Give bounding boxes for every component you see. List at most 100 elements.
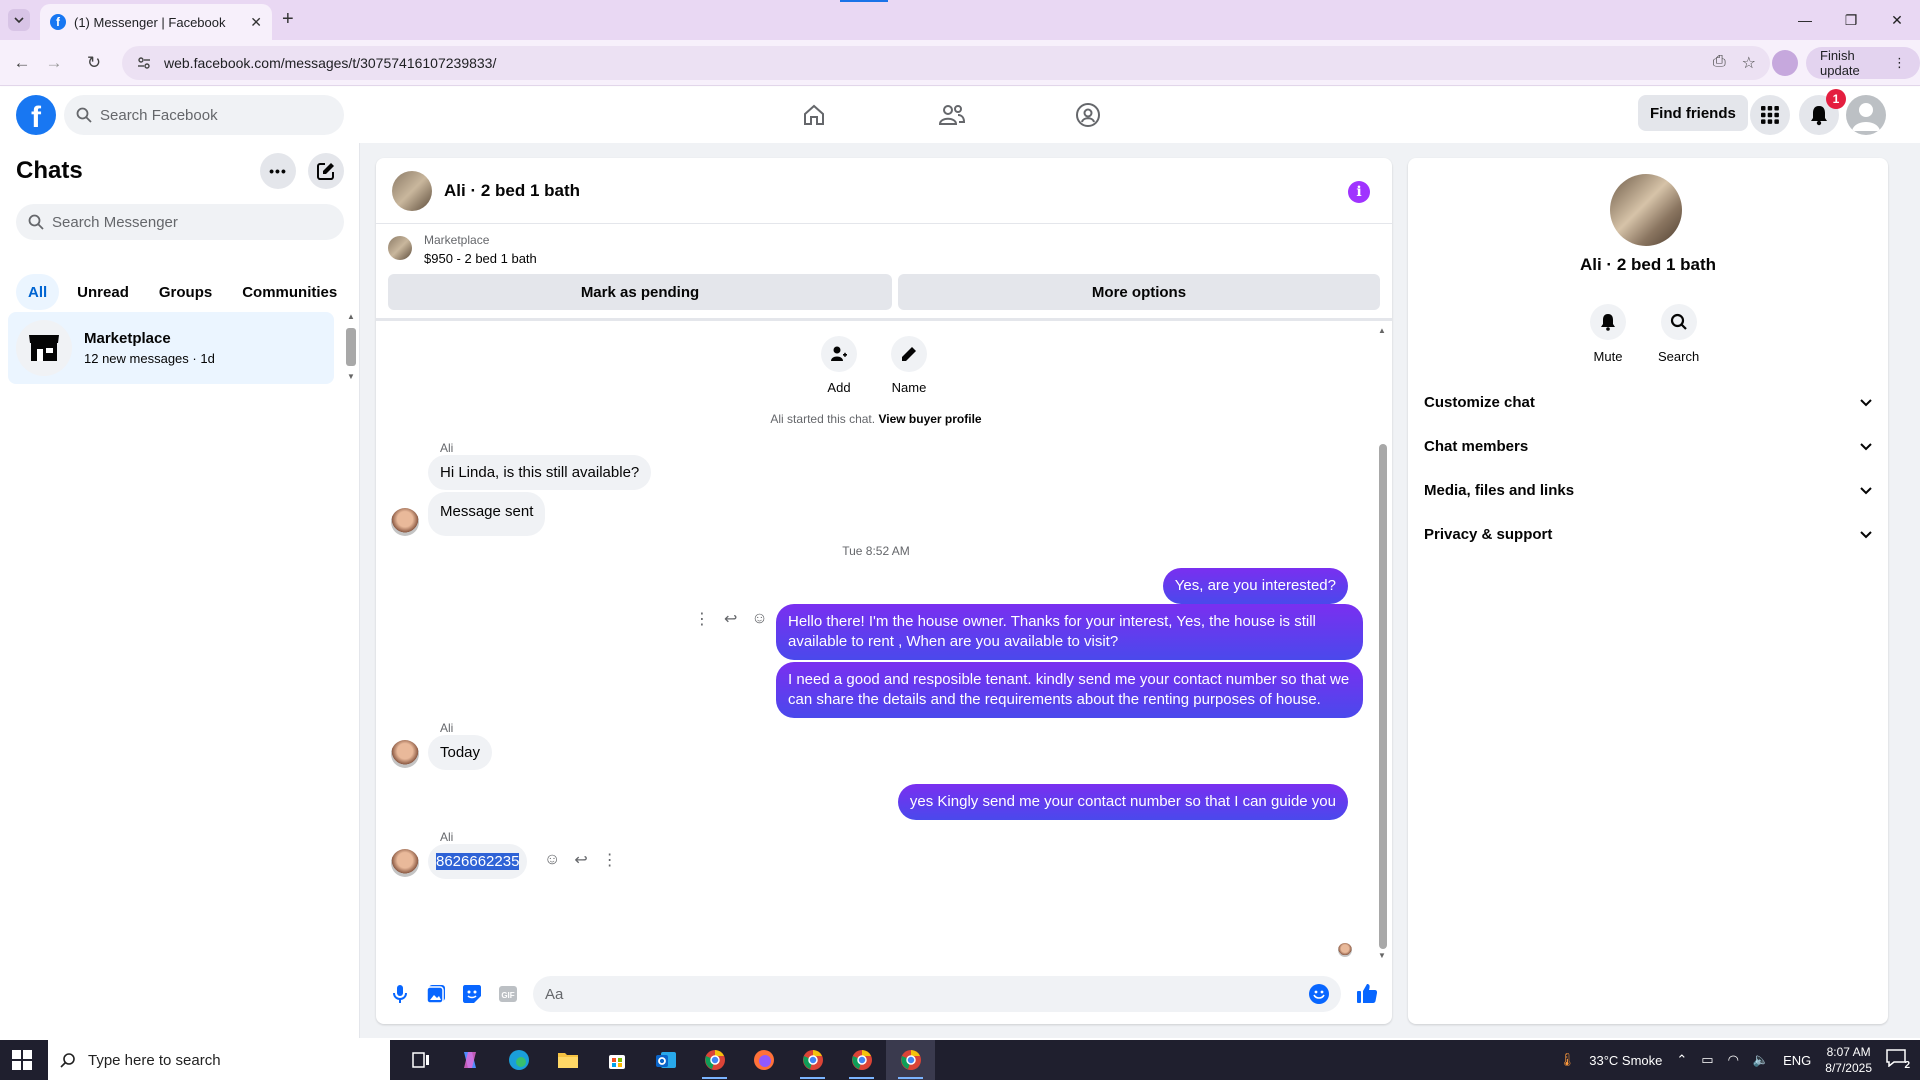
- weather-text[interactable]: 33°C Smoke: [1589, 1053, 1662, 1068]
- more-vertical-icon[interactable]: ⋮: [694, 609, 710, 629]
- reload-icon[interactable]: ↻: [82, 51, 106, 75]
- account-avatar[interactable]: [1846, 95, 1886, 135]
- finish-update-button[interactable]: Finish update ⋮: [1806, 47, 1920, 79]
- outgoing-message[interactable]: Yes, are you interested?: [1162, 568, 1348, 604]
- nav-groups[interactable]: [1070, 97, 1106, 133]
- omnibox[interactable]: web.facebook.com/messages/t/307574161072…: [122, 46, 1770, 80]
- weather-icon[interactable]: 🌡: [1559, 1052, 1576, 1068]
- scroll-down-icon[interactable]: ▼: [1378, 951, 1386, 960]
- sidebar-scrollbar[interactable]: ▲ ▼: [345, 312, 357, 382]
- reply-icon[interactable]: ↩: [574, 850, 587, 870]
- incoming-message[interactable]: Today: [428, 735, 493, 770]
- conversation-avatar[interactable]: [392, 170, 432, 211]
- outgoing-message[interactable]: Hello there! I'm the house owner. Thanks…: [776, 604, 1363, 660]
- listing-price[interactable]: $950 - 2 bed 1 bath: [424, 251, 537, 266]
- gif-icon[interactable]: GIF: [496, 982, 520, 1006]
- details-avatar[interactable]: [1610, 174, 1682, 246]
- react-emoji-icon[interactable]: ☺: [544, 851, 560, 869]
- chrome-profile-2-icon[interactable]: [837, 1040, 886, 1080]
- new-tab-icon[interactable]: +: [282, 8, 294, 31]
- windows-start-icon[interactable]: [12, 1050, 32, 1070]
- menu-button[interactable]: [1750, 95, 1790, 135]
- bookmark-star-icon[interactable]: ☆: [1742, 53, 1756, 73]
- incoming-message[interactable]: Hi Linda, is this still available?: [428, 455, 652, 490]
- nav-friends[interactable]: [934, 97, 970, 133]
- chat-members-row[interactable]: Chat members: [1424, 424, 1872, 468]
- privacy-support-row[interactable]: Privacy & support: [1424, 512, 1872, 556]
- facebook-search-input[interactable]: Search Facebook: [64, 95, 344, 135]
- sticker-icon[interactable]: [460, 982, 484, 1006]
- ali-avatar[interactable]: [391, 849, 419, 877]
- notification-center-icon[interactable]: 2: [1886, 1049, 1910, 1071]
- info-icon[interactable]: i: [1348, 181, 1370, 203]
- chat-item-marketplace[interactable]: Marketplace 12 new messages · 1d: [8, 312, 334, 384]
- tab-search-dropdown[interactable]: [8, 9, 30, 31]
- scroll-down-icon[interactable]: ▼: [347, 372, 355, 381]
- battery-icon[interactable]: ▭: [1701, 1052, 1713, 1068]
- nav-home[interactable]: [796, 97, 832, 133]
- scroll-thumb[interactable]: [346, 328, 356, 366]
- filter-groups[interactable]: Groups: [147, 274, 224, 310]
- conversation-title[interactable]: Ali · 2 bed 1 bath: [444, 181, 580, 201]
- mark-as-pending-button[interactable]: Mark as pending: [388, 274, 892, 310]
- install-app-icon[interactable]: ⎙: [1713, 53, 1726, 73]
- photo-icon[interactable]: [424, 982, 448, 1006]
- more-options-button[interactable]: More options: [898, 274, 1380, 310]
- volume-icon[interactable]: 🔈: [1753, 1052, 1769, 1068]
- scroll-thumb[interactable]: [1379, 444, 1387, 949]
- react-emoji-icon[interactable]: ☺: [751, 610, 767, 628]
- emoji-icon[interactable]: [1309, 984, 1329, 1004]
- scroll-up-icon[interactable]: ▲: [1378, 326, 1386, 335]
- browser-tab-active[interactable]: f (1) Messenger | Facebook ✕: [40, 4, 272, 40]
- chrome-gmail-icon[interactable]: [690, 1040, 739, 1080]
- ali-avatar[interactable]: [391, 508, 419, 536]
- filter-communities[interactable]: Communities: [230, 274, 349, 310]
- edge-icon[interactable]: [494, 1040, 543, 1080]
- microsoft-store-icon[interactable]: [592, 1040, 641, 1080]
- selected-phone-number[interactable]: 8626662235: [436, 853, 520, 870]
- chrome-profile-1-icon[interactable]: [788, 1040, 837, 1080]
- restore-icon[interactable]: ❐: [1828, 0, 1874, 40]
- more-vertical-icon[interactable]: ⋮: [602, 850, 618, 870]
- ali-avatar[interactable]: [391, 740, 419, 768]
- mute-button[interactable]: Mute: [1590, 304, 1626, 364]
- back-icon[interactable]: ←: [10, 51, 34, 75]
- filter-all[interactable]: All: [16, 274, 60, 310]
- file-explorer-icon[interactable]: [543, 1040, 592, 1080]
- name-chat-button[interactable]: Name: [891, 336, 927, 395]
- microphone-icon[interactable]: [388, 982, 412, 1006]
- listing-thumbnail[interactable]: [388, 236, 412, 260]
- site-info-icon[interactable]: [136, 55, 152, 71]
- thumbs-up-icon[interactable]: [1356, 982, 1378, 1007]
- task-view-icon[interactable]: [396, 1040, 445, 1080]
- media-files-links-row[interactable]: Media, files and links: [1424, 468, 1872, 512]
- language-indicator[interactable]: ENG: [1783, 1053, 1811, 1068]
- search-in-chat-button[interactable]: Search: [1658, 304, 1699, 364]
- new-message-button[interactable]: [308, 153, 344, 189]
- outlook-icon[interactable]: [641, 1040, 690, 1080]
- tab-close-icon[interactable]: ✕: [250, 14, 262, 31]
- add-people-button[interactable]: Add: [821, 336, 857, 395]
- scroll-up-icon[interactable]: ▲: [347, 312, 355, 321]
- facebook-logo-icon[interactable]: f: [16, 95, 56, 135]
- find-friends-button[interactable]: Find friends: [1638, 95, 1748, 131]
- outgoing-message[interactable]: I need a good and resposible tenant. kin…: [776, 662, 1363, 718]
- message-scrollbar[interactable]: ▲ ▼: [1375, 324, 1389, 964]
- outgoing-message[interactable]: yes Kingly send me your contact number s…: [897, 784, 1348, 820]
- chevron-up-icon[interactable]: ⌃: [1676, 1052, 1687, 1068]
- minimize-icon[interactable]: —: [1782, 0, 1828, 40]
- messenger-search-input[interactable]: Search Messenger: [16, 204, 344, 240]
- chat-options-button[interactable]: •••: [260, 153, 296, 189]
- filter-unread[interactable]: Unread: [65, 274, 141, 310]
- view-buyer-profile-link[interactable]: View buyer profile: [878, 412, 981, 426]
- chrome-active-window-icon[interactable]: [886, 1040, 935, 1080]
- wifi-icon[interactable]: ◠: [1728, 1052, 1739, 1068]
- incoming-message-phone[interactable]: 8626662235: [428, 844, 528, 879]
- browser-profile-icon[interactable]: [1772, 50, 1798, 76]
- taskbar-search-input[interactable]: Type here to search: [48, 1040, 390, 1080]
- incoming-message[interactable]: Message sent: [428, 492, 546, 536]
- message-input[interactable]: Aa: [533, 976, 1341, 1012]
- firefox-icon[interactable]: [739, 1040, 788, 1080]
- reply-icon[interactable]: ↩: [724, 609, 737, 629]
- customize-chat-row[interactable]: Customize chat: [1424, 380, 1872, 424]
